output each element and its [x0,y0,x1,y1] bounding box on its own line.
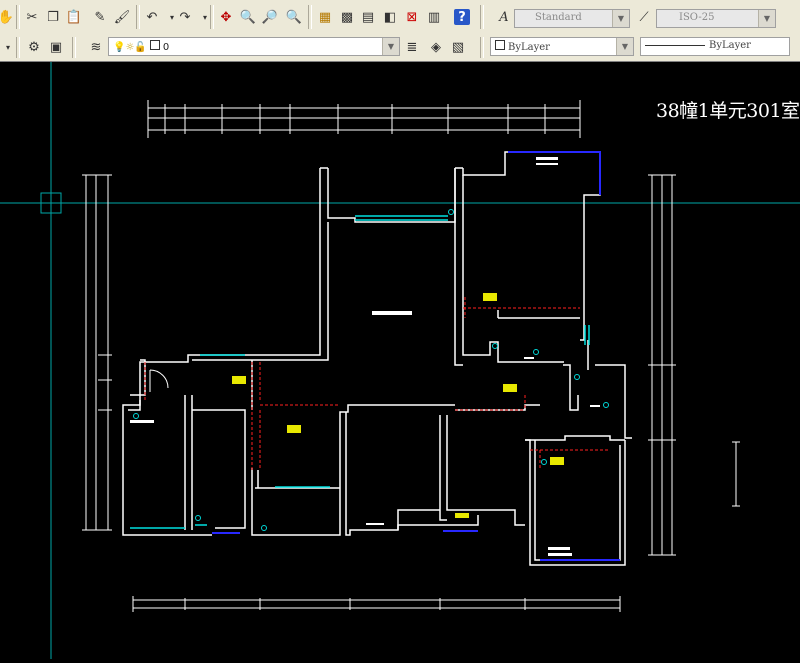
toolbar-separator [308,5,312,29]
dim-style-combo[interactable]: ISO-25 ▼ [656,9,776,28]
redo-icon[interactable]: ↷ [175,7,195,27]
design-center-icon[interactable]: ▩ [337,7,357,27]
chevron-down-icon[interactable]: ▼ [616,38,633,55]
windows [130,215,590,529]
right-dimensions [648,174,740,556]
left-dimensions [82,174,112,531]
linetype-combo[interactable]: ByLayer [640,37,790,56]
toolbar-separator [16,5,20,29]
pan-realtime-icon[interactable]: ✥ [216,7,236,27]
drawing-title: 38幢1单元301室 [656,100,800,122]
paste-icon[interactable]: 📋 [64,7,84,27]
toolbar-separator [210,5,214,29]
make-current-icon[interactable]: ≣ [402,37,422,57]
linetype-sample-icon [645,45,705,46]
zoom-realtime-icon[interactable]: 🔍 [238,7,258,27]
layer-manager-icon[interactable]: ▧ [448,37,468,57]
layer-name: 0 [162,42,170,53]
layer-properties-icon[interactable]: ≋ [86,37,106,57]
help-icon[interactable]: ? [454,9,470,25]
color-combo[interactable]: ByLayer ▼ [490,37,634,56]
chevron-down-icon[interactable]: ▼ [612,10,629,27]
toolbar-separator [72,37,76,58]
undo-icon[interactable]: ↶ [142,7,162,27]
calculator-icon[interactable]: ▥ [424,7,444,27]
layer-state-icon[interactable]: ⚙ [24,37,44,57]
walls [122,151,632,566]
markup-icon[interactable]: ⊠ [402,7,422,27]
door-swing [149,369,169,389]
door-lines [144,297,610,470]
layer-tools-icon[interactable]: ▣ [46,37,66,57]
linetype-value: ByLayer [709,40,751,51]
copy-icon[interactable]: ❐ [43,7,63,27]
layer-lock-icon[interactable]: 🔓 [134,42,146,53]
balcony-highlight [212,151,620,561]
zoom-previous-icon[interactable]: 🔍 [284,7,304,27]
dim-style-icon[interactable]: ⟋ [634,7,654,27]
layer-previous-icon[interactable]: ◈ [426,37,446,57]
bottom-dimensions [132,596,621,612]
tool-palettes-icon[interactable]: ▤ [358,7,378,27]
zoom-window-icon[interactable]: 🔎 [260,7,280,27]
dim-style-value: ISO-25 [679,12,715,23]
brush-icon[interactable]: 🖌 [112,7,132,27]
standard-toolbar: ✋ ✂ ❐ 📋 ✎ 🖌 ↶ ▾ ↷ ▾ ✥ 🔍 🔎 🔍 ▦ ▩ ▤ ◧ ⊠ ▥ … [0,0,800,35]
layers-toolbar: ▾ ⚙ ▣ ≋ 💡☼🔓 0 ▼ ≣ ◈ ▧ ByLayer ▼ ByLayer [0,34,800,62]
text-style-icon[interactable]: A [494,7,514,27]
chevron-down-icon[interactable]: ▼ [758,10,775,27]
cut-icon[interactable]: ✂ [22,7,42,27]
color-swatch-icon [495,40,505,50]
floor-plan-drawing[interactable] [0,62,800,659]
toolbar-separator [480,5,484,29]
layer-combo[interactable]: 💡☼🔓 0 ▼ [108,37,400,56]
layer-visible-icon[interactable]: 💡 [113,42,125,53]
chevron-down-icon[interactable]: ▼ [382,38,399,55]
match-properties-icon[interactable]: ✎ [90,7,110,27]
color-value: ByLayer [508,42,550,53]
text-style-value: Standard [535,12,582,23]
toolbar-separator [136,5,140,29]
top-dimensions [147,100,581,138]
properties-icon[interactable]: ▦ [315,7,335,27]
drawing-canvas[interactable]: 38幢1单元301室 [0,62,800,659]
toolbar-separator [16,37,20,58]
layer-color-icon [149,40,160,50]
text-style-combo[interactable]: Standard ▼ [514,9,630,28]
fixtures [133,209,609,531]
sheet-set-icon[interactable]: ◧ [380,7,400,27]
toolbar-separator [480,37,484,58]
pan-icon[interactable]: ✋ [0,7,16,27]
